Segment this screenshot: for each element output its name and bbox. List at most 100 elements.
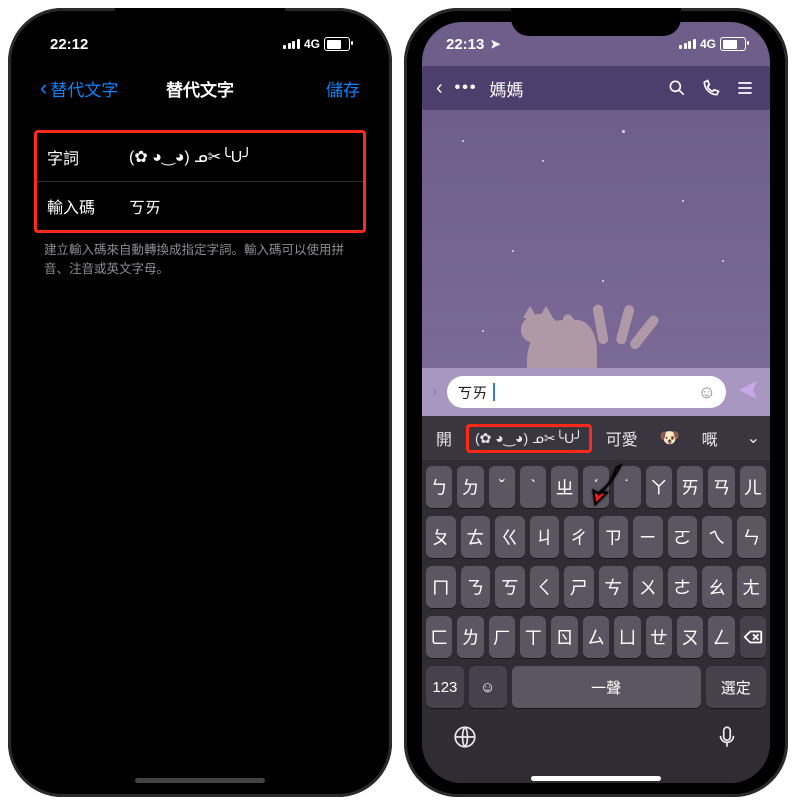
candidate-open[interactable]: 開: [428, 422, 460, 454]
phrase-row[interactable]: 字詞 (✿ ◕‿◕) ᓄ✂╰U╯: [37, 133, 363, 182]
key-ㄗ[interactable]: ㄗ: [599, 516, 629, 558]
key-ㄦ[interactable]: ㄦ: [740, 466, 766, 508]
menu-icon[interactable]: [734, 77, 756, 99]
key-ㄆ[interactable]: ㄆ: [426, 516, 456, 558]
annotation-arrow: [582, 462, 628, 508]
key-ㄌ[interactable]: ㄌ: [457, 616, 483, 658]
key-ㄞ[interactable]: ㄞ: [677, 466, 703, 508]
signal-icon: [283, 39, 300, 49]
status-time: 22:12: [50, 36, 88, 53]
status-indicators: 4G: [283, 37, 350, 51]
save-button[interactable]: 儲存: [326, 76, 360, 101]
key-ㄅ[interactable]: ㄅ: [426, 466, 452, 508]
back-button[interactable]: ‹ 替代文字: [40, 76, 118, 101]
key-ㄕ[interactable]: ㄕ: [564, 566, 594, 608]
key-ㄛ[interactable]: ㄛ: [668, 516, 698, 558]
candidate-dog[interactable]: 🐶: [652, 424, 688, 452]
mic-icon[interactable]: [714, 724, 740, 755]
phone-left: 22:12 4G ‹ 替代文字 替代文字 儲存 字詞 (✿ ◕‿◕) ᓄ✂╰U╯: [8, 8, 392, 797]
key-ㄠ[interactable]: ㄠ: [702, 566, 732, 608]
key-ㄔ[interactable]: ㄔ: [564, 516, 594, 558]
emoji-keyboard-key[interactable]: ☺: [469, 666, 507, 708]
chat-title: 媽媽: [489, 76, 523, 101]
key-ㄇ[interactable]: ㄇ: [426, 566, 456, 608]
shortcut-label: 輸入碼: [47, 194, 103, 218]
battery-icon: [720, 37, 746, 51]
key-ㄚ[interactable]: ㄚ: [646, 466, 672, 508]
key-ㄝ[interactable]: ㄝ: [646, 616, 672, 658]
status-time: 22:13: [446, 36, 484, 53]
collapse-icon[interactable]: ›: [432, 383, 437, 401]
message-input[interactable]: ㄎㄞ ☺: [447, 376, 726, 408]
candidate-last[interactable]: 嘅: [694, 422, 726, 454]
battery-icon: [324, 37, 350, 51]
cat-illustration: [527, 288, 657, 368]
helper-text: 建立輸入碼來自動轉換成指定字詞。輸入碼可以使用拼音、注音或英文字母。: [26, 233, 374, 287]
candidate-bar: 開 (✿ ◕‿◕) ᓄ✂╰U╯ 可愛 🐶 嘅 ⌄: [422, 416, 770, 460]
key-ㄎ[interactable]: ㄎ: [495, 566, 525, 608]
search-icon[interactable]: [666, 77, 688, 99]
key-ㄢ[interactable]: ㄢ: [708, 466, 734, 508]
key-ㄑ[interactable]: ㄑ: [530, 566, 560, 608]
status-indicators: 4G: [679, 37, 746, 51]
key-ˇ[interactable]: ˇ: [489, 466, 515, 508]
key-row-5: 123 ☺ 一聲 選定: [426, 666, 766, 708]
space-key[interactable]: 一聲: [512, 666, 701, 708]
signal-icon: [679, 39, 696, 49]
key-ㄙ[interactable]: ㄙ: [583, 616, 609, 658]
key-ㄍ[interactable]: ㄍ: [495, 516, 525, 558]
candidate-kaomoji-highlight[interactable]: (✿ ◕‿◕) ᓄ✂╰U╯: [466, 424, 592, 453]
chevron-down-icon[interactable]: ⌄: [747, 428, 764, 448]
key-ㄏ[interactable]: ㄏ: [489, 616, 515, 658]
more-icon[interactable]: •••: [455, 79, 478, 97]
key-ㄋ[interactable]: ㄋ: [461, 566, 491, 608]
key-ㄤ[interactable]: ㄤ: [737, 566, 767, 608]
message-input-text: ㄎㄞ: [457, 382, 487, 403]
key-ㄖ[interactable]: ㄖ: [551, 616, 577, 658]
text-replacement-form-highlight: 字詞 (✿ ◕‿◕) ᓄ✂╰U╯ 輸入碼 ㄎㄞ: [34, 130, 366, 233]
back-label: 替代文字: [50, 76, 118, 101]
key-ㄨ[interactable]: ㄨ: [633, 566, 663, 608]
nav-bar: ‹ 替代文字 替代文字 儲存: [26, 66, 374, 110]
key-ㄥ[interactable]: ㄥ: [708, 616, 734, 658]
key-ㄉ[interactable]: ㄉ: [457, 466, 483, 508]
key-row-3: ㄇㄋㄎㄑㄕㄘㄨㄜㄠㄤ: [426, 566, 766, 608]
text-cursor: [493, 383, 495, 401]
key-ㄟ[interactable]: ㄟ: [702, 516, 732, 558]
key-ㄣ[interactable]: ㄣ: [737, 516, 767, 558]
key-ㄧ[interactable]: ㄧ: [633, 516, 663, 558]
candidate-cute[interactable]: 可愛: [598, 422, 646, 454]
home-indicator[interactable]: [135, 778, 265, 783]
key-ㄓ[interactable]: ㄓ: [551, 466, 577, 508]
settings-screen: 22:12 4G ‹ 替代文字 替代文字 儲存 字詞 (✿ ◕‿◕) ᓄ✂╰U╯: [26, 22, 374, 783]
numbers-key[interactable]: 123: [426, 666, 464, 708]
notch: [511, 8, 681, 36]
key-ˋ[interactable]: ˋ: [520, 466, 546, 508]
shortcut-value: ㄎㄞ: [129, 194, 161, 218]
call-icon[interactable]: [700, 77, 722, 99]
shortcut-row[interactable]: 輸入碼 ㄎㄞ: [37, 182, 363, 230]
key-ㄡ[interactable]: ㄡ: [677, 616, 703, 658]
phrase-value: (✿ ◕‿◕) ᓄ✂╰U╯: [129, 147, 252, 167]
network-label: 4G: [304, 37, 320, 51]
message-input-bar: › ㄎㄞ ☺: [422, 368, 770, 416]
notch: [115, 8, 285, 36]
key-ㄘ[interactable]: ㄘ: [599, 566, 629, 608]
phone-right: 22:13 ➤ 4G ‹ ••• 媽媽: [404, 8, 788, 797]
key-row-2: ㄆㄊㄍㄐㄔㄗㄧㄛㄟㄣ: [426, 516, 766, 558]
chat-nav: ‹ ••• 媽媽: [422, 66, 770, 110]
select-key[interactable]: 選定: [706, 666, 766, 708]
home-indicator[interactable]: [531, 776, 661, 781]
send-button[interactable]: [736, 378, 760, 407]
chat-background: [422, 110, 770, 368]
key-ㄒ[interactable]: ㄒ: [520, 616, 546, 658]
emoji-icon[interactable]: ☺: [698, 382, 716, 403]
key-ㄜ[interactable]: ㄜ: [668, 566, 698, 608]
key-ㄊ[interactable]: ㄊ: [461, 516, 491, 558]
globe-icon[interactable]: [452, 724, 478, 755]
key-ㄈ[interactable]: ㄈ: [426, 616, 452, 658]
backspace-key[interactable]: [740, 616, 766, 658]
chat-back-button[interactable]: ‹: [436, 77, 443, 100]
key-ㄐ[interactable]: ㄐ: [530, 516, 560, 558]
key-ㄩ[interactable]: ㄩ: [614, 616, 640, 658]
